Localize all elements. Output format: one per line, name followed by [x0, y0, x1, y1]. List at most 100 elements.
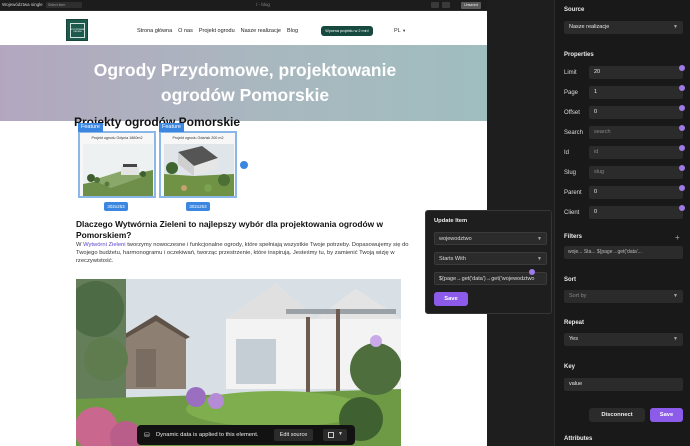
template-title: Województwa single — [2, 2, 43, 7]
why-paragraph: W Wytwórni Zieleni tworzymy nowoczesne i… — [76, 241, 426, 266]
feature-badge: Feature — [78, 123, 103, 132]
nav-about[interactable]: O nas — [178, 28, 193, 34]
hero-title: Ogrody Przydomowe, projektowanie ogrodów… — [93, 60, 397, 105]
page-path: / ◦ blog — [256, 2, 270, 7]
nav-realizations[interactable]: Nasze realizacje — [241, 28, 281, 34]
chevron-down-icon: ▼ — [537, 256, 542, 262]
dynamic-data-dot-icon[interactable] — [679, 85, 685, 91]
dynamic-data-dot-icon[interactable] — [529, 269, 535, 275]
chevron-down-icon: ▼ — [673, 336, 678, 342]
logo-text: WYTWÓRNIA ZIELENI — [70, 29, 85, 33]
panel-save-button[interactable]: Save — [650, 408, 683, 422]
editor-canvas: WYTWÓRNIA ZIELENI Strona główna O nas Pr… — [0, 11, 552, 446]
prop-label-id: Id — [564, 150, 570, 156]
site-logo[interactable]: WYTWÓRNIA ZIELENI — [66, 19, 88, 41]
key-section-label: Key — [564, 364, 576, 370]
page-preview: WYTWÓRNIA ZIELENI Strona główna O nas Pr… — [0, 11, 487, 446]
source-select-value: Nasze realizacje — [569, 24, 610, 30]
filter-row[interactable]: woje... Sta... ${page→get('data'... — [564, 246, 683, 259]
main-nav: Strona główna O nas Projekt ogrodu Nasze… — [137, 28, 298, 34]
attributes-section-label: Attributes — [564, 436, 593, 442]
project-caption: Projekt ogrodu Gdańsk 200 m2 — [172, 136, 224, 140]
project-caption: Projekt ogrodu Gdynia 1860m2 — [91, 136, 143, 140]
why-text-after: tworzymy nowoczesne i funkcjonalne ogrod… — [76, 242, 409, 265]
client-input[interactable]: 0 — [589, 206, 683, 219]
chevron-down-icon: ▼ — [673, 24, 678, 30]
key-input[interactable]: value — [564, 378, 683, 391]
prop-label-limit: Limit — [564, 70, 577, 76]
chevron-down-icon: ▼ — [673, 293, 678, 299]
dynamic-data-dot-icon[interactable] — [679, 105, 685, 111]
editor-topbar: Województwa single Select item / ◦ blog … — [0, 0, 487, 11]
page-input[interactable]: 1 — [589, 86, 683, 99]
publish-button[interactable]: Unsaved — [461, 1, 481, 9]
dynamic-data-message: Dynamic data is applied to this element. — [156, 432, 259, 438]
image-size-badge: 302x253 — [186, 202, 210, 211]
limit-input[interactable]: 20 — [589, 66, 683, 79]
hero-banner: Ogrody Przydomowe, projektowanie ogrodów… — [0, 45, 487, 121]
slug-input[interactable]: slug — [589, 166, 683, 179]
prop-label-slug: Slug — [564, 170, 577, 176]
chevron-down-icon: ▼ — [402, 28, 407, 33]
dynamic-data-dot-icon[interactable] — [679, 125, 685, 131]
source-section-label: Source — [564, 7, 585, 13]
sort-select[interactable]: Sort by ▼ — [564, 290, 683, 303]
add-filter-icon[interactable]: + — [675, 233, 680, 242]
dynamic-data-dot-icon[interactable] — [679, 205, 685, 211]
project-card[interactable]: Projekt ogrodu Gdańsk 200 m2 — [159, 131, 237, 198]
project-card[interactable]: Projekt ogrodu Gdynia 1860m2 — [78, 131, 156, 198]
why-heading: Dlaczego Wytwórnia Zieleni to najlepszy … — [76, 219, 383, 240]
properties-panel: Source Nasze realizacje ▼ Properties Limi… — [554, 0, 690, 446]
filters-section-label: Filters — [564, 234, 583, 240]
dynamic-data-dot-icon[interactable] — [679, 185, 685, 191]
undo-icon[interactable] — [431, 2, 439, 8]
prop-label-client: Client — [564, 210, 580, 216]
operator-select-value: Starts With — [439, 256, 466, 262]
database-icon: ⛁ — [144, 432, 150, 439]
image-size-badge: 302x253 — [104, 202, 128, 211]
square-icon — [328, 432, 334, 438]
parent-input[interactable]: 0 — [589, 186, 683, 199]
language-label: PL — [394, 28, 401, 34]
nav-home[interactable]: Strona główna — [137, 28, 172, 34]
company-link[interactable]: Wytwórni Zieleni — [83, 242, 125, 248]
nav-garden-project[interactable]: Projekt ogrodu — [199, 28, 235, 34]
edit-source-button[interactable]: Edit source — [274, 429, 313, 441]
nav-blog[interactable]: Blog — [287, 28, 298, 34]
sort-section-label: Sort — [564, 277, 576, 283]
update-save-button[interactable]: Save — [434, 292, 468, 306]
language-switcher[interactable]: PL ▼ — [394, 28, 406, 34]
preview-icon[interactable] — [442, 2, 450, 8]
offset-input[interactable]: 0 — [589, 106, 683, 119]
quote-cta-button[interactable]: Wycena projektu w 2 min! — [321, 26, 373, 36]
resize-handle-icon[interactable] — [240, 161, 248, 169]
project-image — [83, 144, 153, 196]
dynamic-data-bar: ⛁ Dynamic data is applied to this elemen… — [137, 425, 355, 445]
element-type-select[interactable]: ▼ — [323, 429, 347, 441]
source-select[interactable]: Nasze realizacje ▼ — [564, 21, 683, 34]
repeat-select-value: Yes — [569, 336, 578, 342]
disconnect-button[interactable]: Disconnect — [589, 408, 645, 422]
properties-section-label: Properties — [564, 52, 594, 58]
repeat-select[interactable]: Yes ▼ — [564, 333, 683, 346]
chevron-down-icon: ▼ — [537, 236, 542, 242]
garden-visualization-image — [76, 279, 401, 446]
update-item-popover: Update Item wojewodztwo ▼ Starts With ▼ ${… — [425, 210, 552, 314]
project-image — [164, 144, 234, 196]
prop-label-parent: Parent — [564, 190, 582, 196]
search-input[interactable]: search — [589, 126, 683, 139]
update-item-title: Update Item — [434, 218, 468, 224]
item-select[interactable]: Select item — [46, 2, 82, 8]
operator-select[interactable]: Starts With ▼ — [434, 252, 547, 265]
field-select[interactable]: wojewodztwo ▼ — [434, 232, 547, 245]
dynamic-data-dot-icon[interactable] — [679, 145, 685, 151]
prop-label-offset: Offset — [564, 110, 580, 116]
id-input[interactable]: id — [589, 146, 683, 159]
dynamic-data-dot-icon[interactable] — [679, 165, 685, 171]
feature-badge: Feature — [159, 123, 184, 132]
chevron-down-icon: ▼ — [338, 431, 343, 437]
field-select-value: wojewodztwo — [439, 236, 472, 242]
dynamic-data-dot-icon[interactable] — [679, 65, 685, 71]
prop-label-search: Search — [564, 130, 584, 136]
builder-app: Województwa single Select item / ◦ blog … — [0, 0, 690, 446]
